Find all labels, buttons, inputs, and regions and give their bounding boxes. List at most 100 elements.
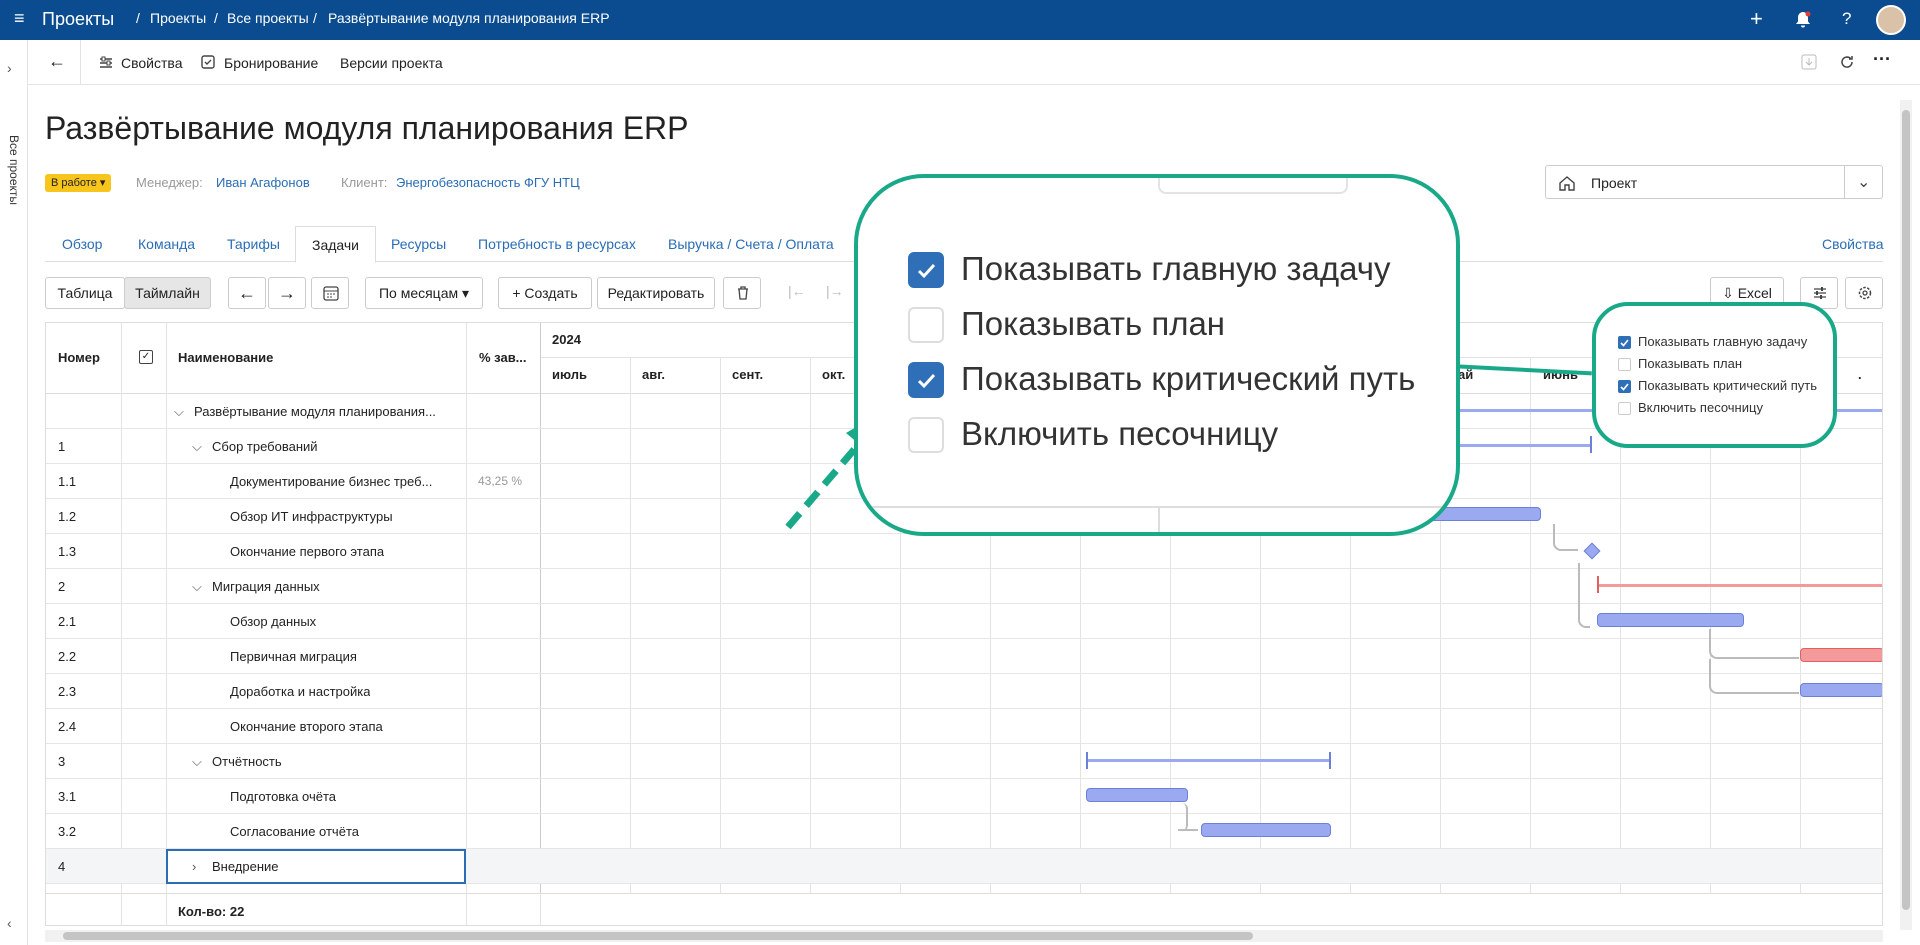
- enable-sandbox-checkbox[interactable]: [1618, 402, 1631, 415]
- table-row[interactable]: 2.4 Окончание второго этапа: [46, 709, 1882, 744]
- row-number: 2.3: [58, 684, 77, 699]
- edit-button[interactable]: Редактировать: [597, 277, 715, 309]
- more-icon[interactable]: ···: [1873, 49, 1891, 70]
- breadcrumb-projects[interactable]: Проекты: [150, 10, 206, 26]
- download-icon[interactable]: [1800, 53, 1818, 71]
- horizontal-scrollbar[interactable]: [45, 930, 1883, 942]
- download-cloud-icon: ⇩: [1722, 285, 1734, 301]
- row-name: Отчётность: [212, 754, 282, 769]
- table-row[interactable]: 3 ⌵ Отчётность: [46, 744, 1882, 779]
- table-row[interactable]: 3.1 Подготовка очёта: [46, 779, 1882, 814]
- row-name: Окончание второго этапа: [230, 719, 383, 734]
- row-number: 2.1: [58, 614, 77, 629]
- properties-icon: [100, 56, 112, 68]
- gantt-task-bar[interactable]: [1800, 683, 1882, 697]
- indent-left-icon[interactable]: |←: [788, 283, 806, 299]
- row-number: 1.1: [58, 474, 77, 489]
- properties-button[interactable]: Свойства: [121, 55, 182, 71]
- gear-button[interactable]: [1845, 277, 1883, 309]
- tab-rates[interactable]: Тарифы: [227, 236, 280, 252]
- bell-icon[interactable]: [1793, 10, 1813, 30]
- plus-icon[interactable]: +: [1750, 6, 1763, 32]
- view-select[interactable]: Проект ⌄: [1545, 165, 1883, 199]
- row-name: Обзор данных: [230, 614, 317, 629]
- tab-resource-needs[interactable]: Потребность в ресурсах: [478, 236, 636, 252]
- enable-sandbox-label[interactable]: Включить песочницу: [1638, 400, 1763, 415]
- row-number: 2.4: [58, 719, 77, 734]
- all-projects-vertical-label[interactable]: Все проекты: [7, 135, 21, 205]
- menu-icon[interactable]: ≡: [14, 8, 25, 29]
- show-plan-label[interactable]: Показывать план: [1638, 356, 1742, 371]
- arrow-right-icon[interactable]: →: [268, 277, 306, 309]
- gantt-task-bar[interactable]: [1201, 823, 1331, 837]
- row-name: Окончание первого этапа: [230, 544, 385, 559]
- help-icon[interactable]: ?: [1842, 9, 1851, 29]
- table-row[interactable]: 2.2 Первичная миграция: [46, 639, 1882, 674]
- timeline-view-button[interactable]: Таймлайн: [124, 277, 211, 309]
- col-header-number[interactable]: Номер: [58, 350, 100, 365]
- collapse-chevron-icon[interactable]: ⌵: [174, 394, 184, 429]
- month-label: ай: [1458, 367, 1474, 382]
- gantt-critical-bar[interactable]: [1800, 648, 1882, 662]
- table-row-selected[interactable]: 4 › Внедрение: [46, 849, 1882, 884]
- scroll-thumb[interactable]: [1902, 110, 1910, 910]
- back-arrow-icon[interactable]: ←: [48, 51, 66, 72]
- status-badge[interactable]: В работе ▾: [45, 174, 112, 192]
- tab-resources[interactable]: Ресурсы: [391, 236, 446, 252]
- manager-link[interactable]: Иван Агафонов: [216, 175, 310, 190]
- table-row[interactable]: 1.3 Окончание первого этапа: [46, 534, 1882, 569]
- row-number: 1.2: [58, 509, 77, 524]
- tab-properties[interactable]: Свойства: [1822, 236, 1883, 252]
- month-label: окт.: [822, 367, 846, 382]
- versions-button[interactable]: Версии проекта: [340, 55, 443, 71]
- col-header-name[interactable]: Наименование: [178, 350, 273, 365]
- grid-footer: Кол-во: 22: [46, 893, 1882, 925]
- gantt-critical-summary[interactable]: [1598, 584, 1882, 587]
- col-header-percent[interactable]: % зав...: [479, 350, 527, 365]
- show-plan-checkbox[interactable]: [1618, 358, 1631, 371]
- collapse-icon[interactable]: ‹: [7, 915, 12, 931]
- indent-right-icon[interactable]: |→: [826, 283, 844, 299]
- tab-tasks[interactable]: Задачи: [295, 226, 377, 263]
- scroll-thumb[interactable]: [63, 932, 1253, 940]
- row-number: 3.1: [58, 789, 77, 804]
- row-number: 3: [58, 754, 66, 769]
- refresh-icon[interactable]: [1838, 53, 1856, 71]
- app-title[interactable]: Проекты: [42, 9, 114, 30]
- gantt-task-bar[interactable]: [1086, 788, 1188, 802]
- tab-revenue[interactable]: Выручка / Счета / Оплата: [668, 236, 834, 252]
- breadcrumb-all-projects[interactable]: Все проекты: [227, 10, 309, 26]
- avatar[interactable]: [1876, 5, 1906, 35]
- show-main-task-label[interactable]: Показывать главную задачу: [1638, 334, 1807, 349]
- tab-overview[interactable]: Обзор: [62, 236, 102, 252]
- client-link[interactable]: Энергобезопасность ФГУ НТЦ: [396, 175, 580, 190]
- gantt-summary-bar[interactable]: [1087, 759, 1330, 762]
- period-dropdown[interactable]: По месяцам ▾: [365, 277, 483, 309]
- collapse-chevron-icon[interactable]: ⌵: [192, 569, 202, 604]
- calendar-button[interactable]: [311, 277, 349, 309]
- show-main-task-checkbox[interactable]: [1618, 336, 1631, 349]
- expand-chevron-icon[interactable]: ›: [192, 849, 196, 884]
- dependency-line: [1709, 659, 1799, 694]
- table-view-button[interactable]: Таблица: [45, 277, 125, 309]
- home-icon: [1559, 176, 1575, 191]
- table-row[interactable]: 3.2 Согласование отчёта: [46, 814, 1882, 849]
- show-critical-path-label[interactable]: Показывать критический путь: [1638, 378, 1817, 393]
- selected-cell[interactable]: [166, 849, 466, 884]
- create-button[interactable]: + Создать: [498, 277, 592, 309]
- booking-button[interactable]: Бронирование: [224, 55, 318, 71]
- gantt-task-bar[interactable]: [1597, 613, 1744, 627]
- collapse-chevron-icon[interactable]: ⌵: [192, 429, 202, 464]
- show-critical-path-checkbox[interactable]: [1618, 380, 1631, 393]
- expand-sidebar-icon[interactable]: ›: [7, 60, 12, 76]
- arrow-left-icon[interactable]: ←: [228, 277, 266, 309]
- gantt-bracket: [1086, 752, 1088, 769]
- page-title: Развёртывание модуля планирования ERP: [45, 110, 689, 146]
- collapse-chevron-icon[interactable]: ⌵: [192, 744, 202, 779]
- table-row[interactable]: 2.3 Доработка и настройка: [46, 674, 1882, 709]
- delete-button[interactable]: [723, 277, 761, 309]
- chevron-down-icon[interactable]: ⌄: [1857, 172, 1870, 192]
- vertical-scrollbar[interactable]: [1900, 100, 1912, 930]
- tab-team[interactable]: Команда: [138, 236, 195, 252]
- select-all-checkbox[interactable]: ✓: [139, 350, 153, 364]
